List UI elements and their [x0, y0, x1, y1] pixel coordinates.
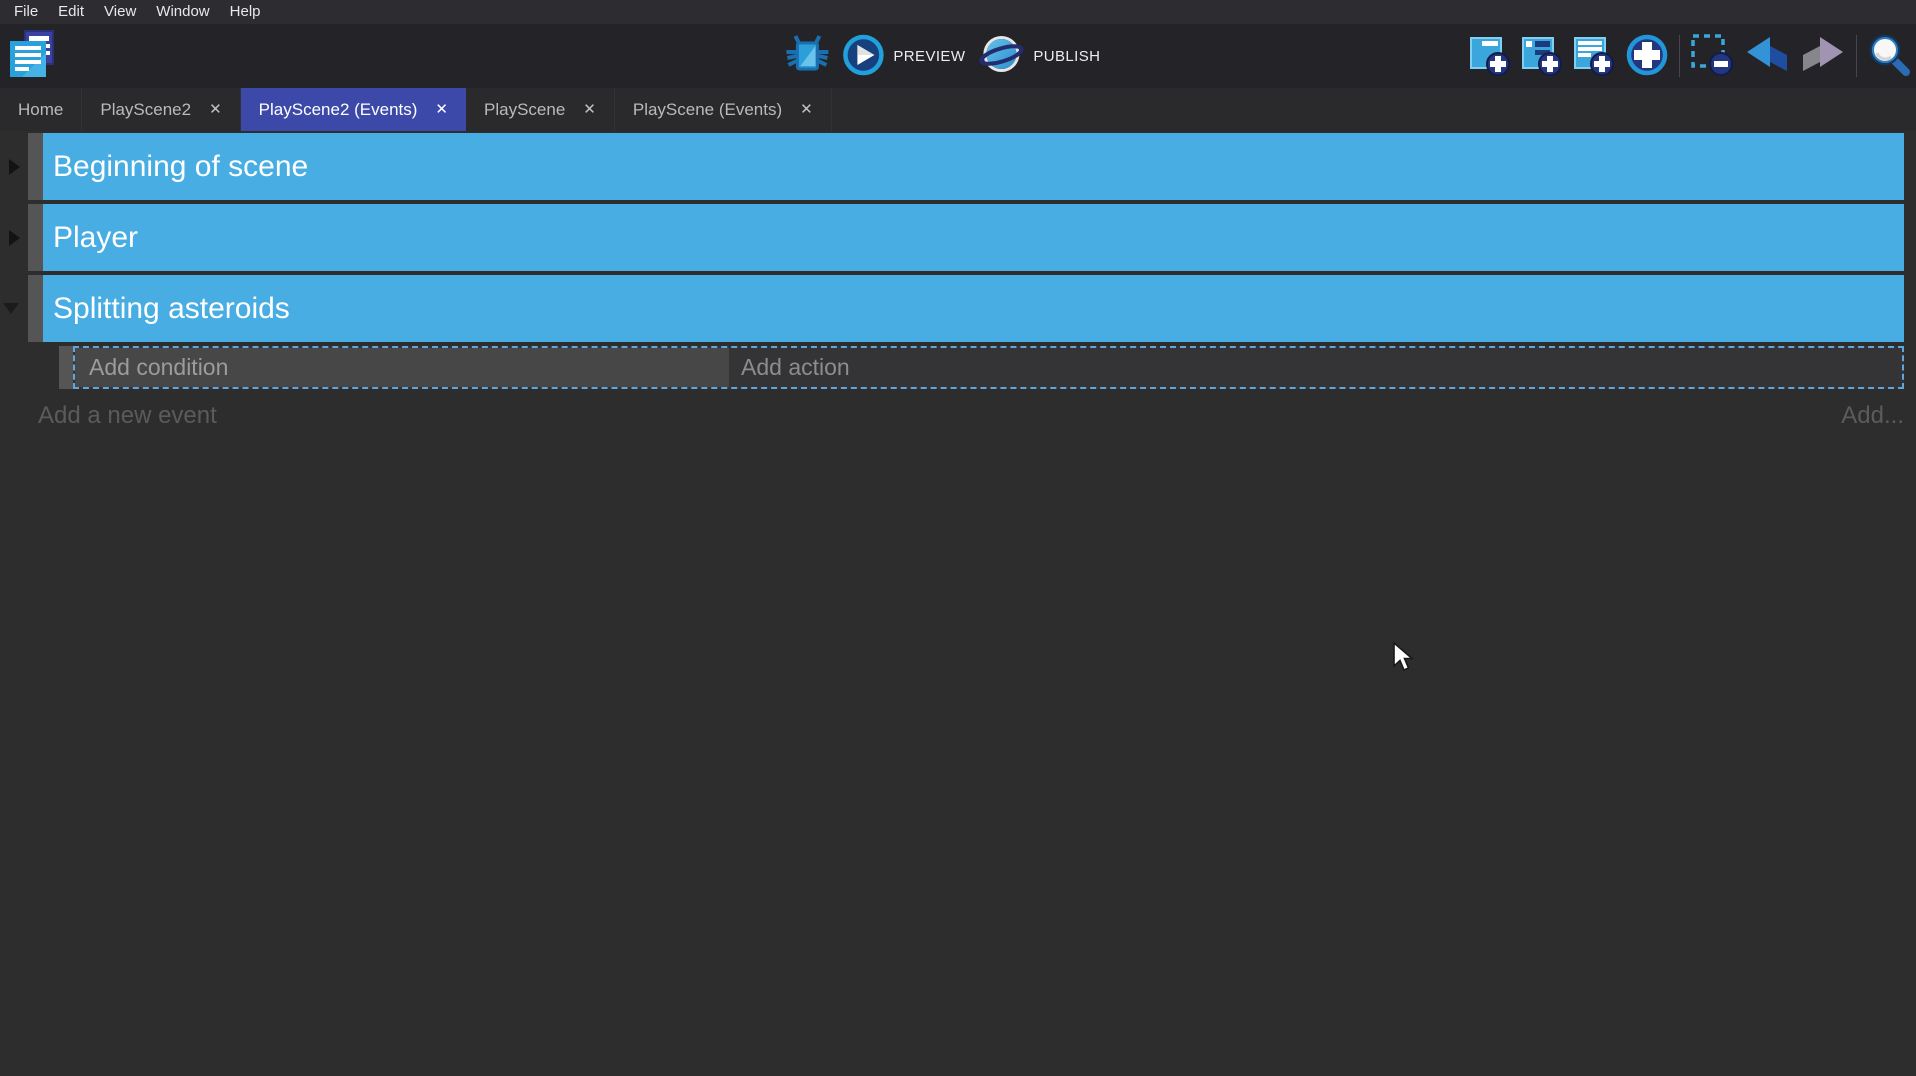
event-drag-handle: [28, 204, 43, 271]
debugger-bug-icon: [785, 32, 829, 81]
publish-label: PUBLISH: [1033, 48, 1100, 65]
toolbar-right-group: [1469, 24, 1911, 88]
menu-window[interactable]: Window: [146, 0, 219, 24]
add-new-event-row[interactable]: Add a new event Add...: [0, 392, 1916, 440]
tab-home[interactable]: Home: [0, 88, 82, 131]
expanded-arrow-icon: [3, 303, 19, 314]
tab-playscene[interactable]: PlayScene ✕: [466, 88, 615, 131]
menu-file[interactable]: File: [8, 0, 48, 24]
publish-globe-icon: [978, 34, 1024, 79]
menu-edit[interactable]: Edit: [48, 0, 94, 24]
add-event-dropdown-button[interactable]: Add...: [1841, 402, 1904, 430]
add-comment-icon: [1573, 33, 1615, 80]
menu-view[interactable]: View: [94, 0, 146, 24]
tab-playscene2[interactable]: PlayScene2 ✕: [82, 88, 240, 131]
tab-label: PlayScene2: [100, 100, 191, 120]
add-comment-button[interactable]: [1573, 33, 1615, 80]
redo-button[interactable]: [1800, 35, 1846, 78]
event-group-row[interactable]: Beginning of scene: [0, 133, 1916, 200]
event-group-title[interactable]: Splitting asteroids: [43, 275, 1904, 342]
expand-toggle[interactable]: [0, 204, 28, 271]
tab-bar: Home PlayScene2 ✕ PlayScene2 (Events) ✕ …: [0, 88, 1916, 131]
event-drag-handle: [28, 133, 43, 200]
close-icon[interactable]: ✕: [209, 102, 222, 117]
undo-button[interactable]: [1744, 35, 1790, 78]
collapsed-arrow-icon: [9, 159, 20, 175]
toolbar-center-group: PREVIEW PUBLISH: [785, 24, 1100, 88]
events-sheet-logo-icon: [6, 28, 56, 80]
redo-icon: [1800, 35, 1846, 78]
collapsed-arrow-icon: [9, 230, 20, 246]
add-circle-icon: [1625, 33, 1669, 80]
undo-icon: [1744, 35, 1790, 78]
close-icon[interactable]: ✕: [583, 102, 596, 117]
event-group-row[interactable]: Splitting asteroids: [0, 275, 1916, 342]
selected-empty-event-row[interactable]: Add condition Add action: [59, 346, 1904, 389]
add-new-event-label[interactable]: Add a new event: [38, 402, 217, 430]
toolbar-separator: [1856, 35, 1857, 77]
tab-label: PlayScene (Events): [633, 100, 782, 120]
publish-button[interactable]: PUBLISH: [978, 34, 1100, 79]
search-button[interactable]: [1867, 33, 1911, 80]
toolbar-separator: [1679, 35, 1680, 77]
preview-play-icon: [842, 34, 884, 79]
event-group-row[interactable]: Player: [0, 204, 1916, 271]
selected-event-box: Add condition Add action: [73, 346, 1904, 389]
tab-playscene-events[interactable]: PlayScene (Events) ✕: [615, 88, 832, 131]
events-sheet: Beginning of scene Player Splitting aste…: [0, 131, 1916, 440]
event-drag-handle: [59, 346, 73, 389]
expand-toggle[interactable]: [0, 133, 28, 200]
remove-selection-button[interactable]: [1690, 33, 1734, 80]
close-icon[interactable]: ✕: [435, 102, 448, 117]
preview-label: PREVIEW: [893, 48, 965, 65]
debugger-button[interactable]: [785, 32, 829, 81]
menu-help[interactable]: Help: [220, 0, 271, 24]
tab-label: PlayScene2 (Events): [259, 100, 418, 120]
add-subevent-button[interactable]: [1521, 33, 1563, 80]
add-subevent-icon: [1521, 33, 1563, 80]
tab-label: PlayScene: [484, 100, 565, 120]
event-group-title[interactable]: Beginning of scene: [43, 133, 1904, 200]
add-condition-button[interactable]: Add condition: [75, 348, 729, 387]
event-group-title[interactable]: Player: [43, 204, 1904, 271]
event-drag-handle: [28, 275, 43, 342]
preview-button[interactable]: PREVIEW: [842, 34, 965, 79]
menu-bar: File Edit View Window Help: [0, 0, 1916, 24]
tab-playscene2-events[interactable]: PlayScene2 (Events) ✕: [241, 88, 466, 131]
search-icon: [1867, 33, 1911, 80]
close-icon[interactable]: ✕: [800, 102, 813, 117]
tab-label: Home: [18, 100, 63, 120]
mouse-cursor-icon: [1392, 642, 1416, 679]
add-event-button[interactable]: [1469, 33, 1511, 80]
add-circle-button[interactable]: [1625, 33, 1669, 80]
remove-selection-icon: [1690, 33, 1734, 80]
expand-toggle[interactable]: [0, 275, 28, 342]
add-action-button[interactable]: Add action: [729, 348, 1902, 387]
main-toolbar: PREVIEW PUBLISH: [0, 24, 1916, 88]
add-event-icon: [1469, 33, 1511, 80]
